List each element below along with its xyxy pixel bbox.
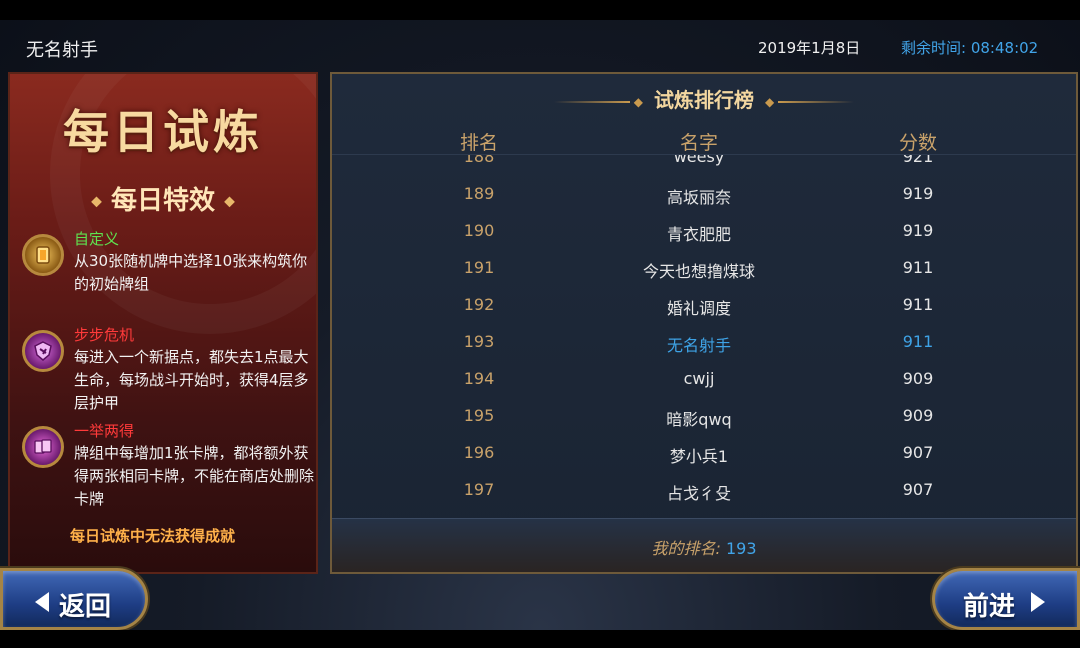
leaderboard-title-text: 试炼排行榜 bbox=[654, 88, 754, 112]
arrow-left-icon bbox=[35, 592, 49, 612]
row-name: cwjj bbox=[683, 369, 715, 388]
leaderboard-row: 194 cwjj 909 bbox=[332, 369, 1076, 406]
row-score: 919 bbox=[902, 221, 934, 240]
leaderboard-row-current-player: 193 无名射手 911 bbox=[332, 332, 1076, 369]
diamond-icon: ◆ bbox=[224, 193, 235, 210]
effect-name: 一举两得 bbox=[74, 422, 135, 440]
row-rank: 196 bbox=[463, 443, 495, 462]
row-name: 婚礼调度 bbox=[666, 299, 732, 318]
time-remaining-value: 08:48:02 bbox=[970, 39, 1039, 57]
my-rank-value: 193 bbox=[725, 539, 757, 558]
row-rank: 193 bbox=[463, 332, 495, 351]
bottom-letterbox bbox=[0, 630, 1080, 648]
effect-description: 每进入一个新据点，都失去1点最大生命，每场战斗开始时，获得4层多层护甲 bbox=[74, 348, 309, 412]
row-name: 占戈彳殳 bbox=[666, 484, 732, 503]
diamond-icon: ◆ bbox=[633, 94, 644, 109]
leaderboard-row: 189 高坂丽奈 919 bbox=[332, 184, 1076, 221]
row-name: 梦小兵1 bbox=[669, 447, 729, 466]
time-remaining: 剩余时间: 08:48:02 bbox=[901, 37, 1038, 58]
leaderboard-title: ◆ 试炼排行榜 ◆ bbox=[332, 84, 1076, 113]
time-remaining-label: 剩余时间: bbox=[901, 39, 967, 57]
back-button[interactable]: 返回 bbox=[0, 568, 148, 630]
title-ornament bbox=[553, 100, 630, 103]
player-name: 无名射手 bbox=[26, 40, 98, 61]
effect-name: 自定义 bbox=[74, 230, 120, 248]
leaderboard-row: 195 暗影qwq 909 bbox=[332, 406, 1076, 443]
leaderboard-row: 190 青衣肥肥 919 bbox=[332, 221, 1076, 258]
row-rank: 197 bbox=[463, 480, 495, 499]
row-name: 无名射手 bbox=[666, 336, 732, 355]
row-score: 909 bbox=[902, 369, 934, 388]
row-rank: 190 bbox=[463, 221, 495, 240]
row-rank: 192 bbox=[463, 295, 495, 314]
row-name: weesy bbox=[673, 154, 725, 166]
row-name: 今天也想撸煤球 bbox=[642, 262, 756, 281]
column-header-name: 名字 bbox=[679, 132, 719, 154]
forward-button[interactable]: 前进 bbox=[932, 568, 1080, 630]
row-rank: 195 bbox=[463, 406, 495, 425]
game-screen: 无名射手 2019年1月8日 剩余时间: 08:48:02 每日试炼 ◆ 每日特… bbox=[0, 20, 1080, 630]
row-score: 911 bbox=[902, 258, 934, 277]
row-score: 909 bbox=[902, 406, 934, 425]
my-rank-bar: 我的排名: 193 bbox=[332, 518, 1076, 572]
cards-icon bbox=[22, 426, 64, 468]
shield-down-icon bbox=[22, 330, 64, 372]
row-score: 907 bbox=[902, 480, 934, 499]
row-rank: 191 bbox=[463, 258, 495, 277]
back-button-label: 返回 bbox=[59, 592, 112, 622]
leaderboard-row: 192 婚礼调度 911 bbox=[332, 295, 1076, 332]
date-label: 2019年1月8日 bbox=[758, 39, 861, 57]
row-score: 919 bbox=[902, 184, 934, 203]
effect-description: 从30张随机牌中选择10张来构筑你的初始牌组 bbox=[74, 252, 308, 293]
my-rank: 我的排名: 193 bbox=[332, 535, 1076, 559]
no-achievement-note: 每日试炼中无法获得成就 bbox=[70, 527, 236, 545]
daily-trial-panel: 每日试炼 ◆ 每日特效 ◆ 自定义 从30张随机牌中选择10张来构筑你的初始牌组… bbox=[8, 72, 318, 574]
daily-trial-title: 每日试炼 bbox=[63, 105, 263, 159]
row-rank: 188 bbox=[463, 154, 495, 166]
forward-button-label: 前进 bbox=[963, 592, 1016, 622]
column-header-rank: 排名 bbox=[459, 132, 499, 154]
row-name: 青衣肥肥 bbox=[666, 225, 732, 244]
leaderboard-row: 188 weesy 921 bbox=[332, 154, 1076, 184]
row-rank: 194 bbox=[463, 369, 495, 388]
diamond-icon: ◆ bbox=[91, 193, 102, 210]
leaderboard-row: 191 今天也想撸煤球 911 bbox=[332, 258, 1076, 295]
daily-effects-header: ◆ 每日特效 ◆ bbox=[10, 180, 316, 217]
leaderboard-row: 196 梦小兵1 907 bbox=[332, 443, 1076, 480]
title-ornament bbox=[778, 100, 855, 103]
leaderboard-list[interactable]: 188 weesy 921 189 高坂丽奈 919 190 青衣肥肥 919 … bbox=[332, 154, 1076, 514]
row-rank: 189 bbox=[463, 184, 495, 203]
effect-name: 步步危机 bbox=[74, 326, 135, 344]
row-name: 暗影qwq bbox=[666, 410, 732, 429]
leaderboard-row: 197 占戈彳殳 907 bbox=[332, 480, 1076, 514]
effect-description: 牌组中每增加1张卡牌，都将额外获得两张相同卡牌，不能在商店处删除卡牌 bbox=[74, 444, 315, 508]
arrow-right-icon bbox=[1031, 592, 1045, 612]
lantern-icon bbox=[22, 234, 64, 276]
my-rank-label: 我的排名: bbox=[651, 539, 721, 558]
column-header-score: 分数 bbox=[898, 132, 938, 154]
row-score: 907 bbox=[902, 443, 934, 462]
leaderboard-panel: ◆ 试炼排行榜 ◆ 排名 名字 分数 188 weesy 921 189 高坂丽… bbox=[330, 72, 1078, 574]
row-score: 921 bbox=[902, 154, 934, 166]
row-score: 911 bbox=[902, 295, 934, 314]
row-name: 高坂丽奈 bbox=[666, 188, 732, 207]
row-score: 911 bbox=[902, 332, 934, 351]
diamond-icon: ◆ bbox=[764, 94, 775, 109]
daily-effects-label: 每日特效 bbox=[110, 186, 215, 216]
